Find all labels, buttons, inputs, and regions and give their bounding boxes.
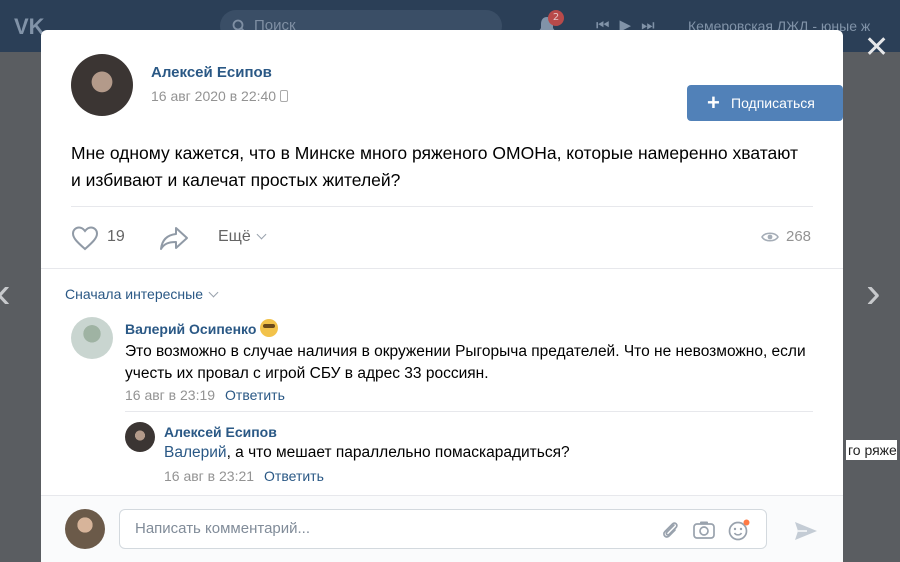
share-icon[interactable]	[159, 225, 189, 251]
camera-icon[interactable]	[692, 519, 715, 541]
more-button[interactable]: Ещё	[218, 228, 267, 246]
my-avatar[interactable]	[65, 509, 105, 549]
post-date[interactable]: 16 авг 2020 в 22:40	[151, 88, 289, 104]
author-name[interactable]: Алексей Есипов	[151, 64, 272, 81]
commenter-avatar[interactable]	[71, 317, 113, 359]
post-header: Алексей Есипов 16 авг 2020 в 22:40 + Под…	[71, 54, 843, 121]
post-actions: 19 Ещё 268	[71, 222, 813, 258]
comments-sort-label: Сначала интересные	[65, 286, 203, 302]
comment-composer: Написать комментарий...	[41, 495, 843, 562]
prev-post-arrow-icon[interactable]: ‹	[0, 268, 11, 318]
comment-meta: 16 авг в 23:19 Ответить	[125, 387, 285, 403]
like-count[interactable]: 19	[107, 228, 125, 246]
commenter-avatar[interactable]	[125, 422, 155, 452]
subscribe-label: Подписаться	[731, 95, 815, 111]
mention-link[interactable]: Валерий	[164, 444, 227, 461]
attach-icon[interactable]	[659, 519, 681, 541]
background-peek-text: го ряже	[846, 440, 897, 460]
comment-time[interactable]: 16 авг в 23:21	[164, 468, 254, 484]
author-avatar[interactable]	[71, 54, 133, 116]
views-count: 268	[786, 228, 812, 245]
notification-badge: 2	[548, 10, 564, 26]
divider	[125, 411, 813, 412]
comment-meta: 16 авг в 23:21 Ответить	[164, 468, 324, 484]
close-icon[interactable]: ✕	[864, 30, 889, 65]
comment-author[interactable]: Валерий Осипенко	[125, 319, 279, 337]
comments-sort-dropdown[interactable]: Сначала интересные	[65, 286, 219, 302]
reply-button[interactable]: Ответить	[225, 387, 285, 403]
post-text: Мне одному кажется, что в Минске много р…	[71, 143, 799, 190]
comment-item: Валерий Осипенко Это возможно в случае н…	[71, 317, 813, 407]
eye-icon	[761, 230, 779, 244]
post-date-text: 16 авг 2020 в 22:40	[151, 88, 277, 104]
divider	[41, 268, 843, 269]
send-icon[interactable]	[793, 519, 819, 543]
subscribe-button[interactable]: + Подписаться	[687, 85, 843, 121]
chevron-down-icon	[256, 229, 267, 240]
device-icon	[280, 90, 289, 102]
comment-text: Это возможно в случае наличия в окружени…	[125, 343, 806, 382]
plus-icon: +	[707, 90, 720, 115]
comment-item: Алексей Есипов Валерий, а что мешает пар…	[125, 422, 813, 492]
comment-text: Валерий, а что мешает параллельно помаск…	[164, 442, 804, 464]
sunglasses-emoji-icon	[260, 319, 279, 337]
post-modal: Алексей Есипов 16 авг 2020 в 22:40 + Под…	[41, 30, 843, 562]
divider	[71, 206, 813, 207]
next-post-arrow-icon[interactable]: ›	[866, 268, 881, 318]
comment-text-body: , а что мешает параллельно помаскарадить…	[226, 444, 570, 461]
more-label: Ещё	[218, 228, 251, 245]
comment-author-name: Валерий Осипенко	[125, 321, 257, 337]
emoji-icon[interactable]	[727, 519, 750, 541]
comment-author[interactable]: Алексей Есипов	[164, 424, 277, 440]
reply-button[interactable]: Ответить	[264, 468, 324, 484]
heart-icon[interactable]	[71, 225, 99, 251]
comment-time[interactable]: 16 авг в 23:19	[125, 387, 215, 403]
chevron-down-icon	[208, 287, 219, 298]
